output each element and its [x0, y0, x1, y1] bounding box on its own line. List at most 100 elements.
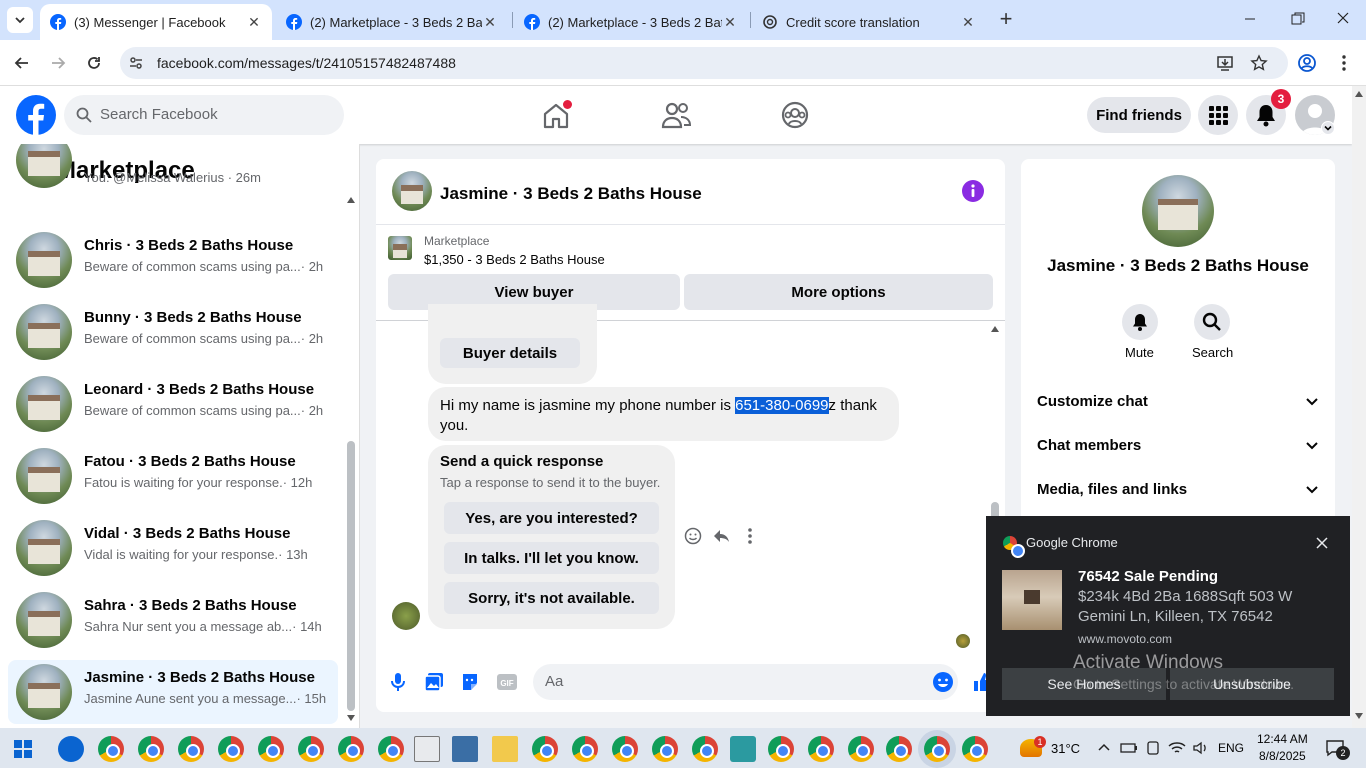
reply-arrow-icon[interactable] — [712, 527, 730, 545]
facebook-taskbar-icon[interactable] — [58, 736, 84, 762]
file-explorer-taskbar-icon[interactable] — [492, 736, 518, 762]
quick-reply-interested[interactable]: Yes, are you interested? — [444, 502, 659, 534]
mute-button[interactable] — [1122, 304, 1158, 340]
scroll-down-arrow-icon[interactable] — [1355, 713, 1363, 719]
close-window-button[interactable] — [1333, 8, 1353, 28]
chrome-taskbar-icon[interactable] — [98, 736, 124, 762]
chrome-taskbar-icon[interactable] — [886, 736, 912, 762]
nav-home[interactable] — [536, 96, 576, 136]
windows-start-icon[interactable] — [14, 740, 32, 758]
conversation-item[interactable]: Chris · 3 Beds 2 Baths House Beware of co… — [8, 228, 338, 292]
chrome-taskbar-icon[interactable] — [962, 736, 988, 762]
chrome-taskbar-icon[interactable] — [652, 736, 678, 762]
chrome-taskbar-icon[interactable] — [612, 736, 638, 762]
info-icon[interactable] — [962, 180, 984, 202]
message-input[interactable]: Aa — [533, 664, 958, 700]
emoji-icon[interactable] — [932, 671, 954, 693]
scroll-down-arrow-icon[interactable] — [347, 715, 355, 721]
chrome-taskbar-icon[interactable] — [924, 736, 950, 762]
bookmark-star-icon[interactable] — [1250, 54, 1268, 72]
install-app-icon[interactable] — [1216, 54, 1234, 72]
restore-button[interactable] — [1287, 8, 1307, 28]
quick-reply-not-available[interactable]: Sorry, it's not available. — [444, 582, 659, 614]
info-avatar[interactable] — [1142, 175, 1214, 247]
back-arrow-icon[interactable] — [12, 53, 32, 73]
scrollbar-thumb[interactable] — [347, 441, 355, 711]
conversation-item[interactable]: Bunny · 3 Beds 2 Baths House Beware of co… — [8, 300, 338, 364]
chrome-taskbar-icon[interactable] — [258, 736, 284, 762]
chrome-taskbar-icon[interactable] — [298, 736, 324, 762]
sticker-icon[interactable] — [460, 672, 480, 692]
chat-header-avatar[interactable] — [392, 171, 432, 211]
close-tab-icon[interactable]: ✕ — [960, 14, 976, 31]
battery-icon[interactable] — [1120, 741, 1138, 755]
microphone-icon[interactable] — [390, 672, 406, 692]
customize-chat-row[interactable]: Customize chat — [1037, 381, 1319, 421]
buyer-details-button[interactable]: Buyer details — [440, 338, 580, 368]
app-taskbar-icon[interactable] — [730, 736, 756, 762]
chrome-notification-toast[interactable]: Google Chrome 76542 Sale Pending $234k 4… — [986, 516, 1350, 716]
tab-credit-score[interactable]: Credit score translation ✕ — [752, 4, 986, 40]
profile-icon[interactable] — [1297, 53, 1317, 73]
listing-thumbnail[interactable] — [388, 236, 412, 260]
photo-icon[interactable] — [424, 672, 444, 692]
language-indicator[interactable]: ENG — [1218, 741, 1244, 755]
weather-temp[interactable]: 31°C — [1051, 741, 1080, 756]
buyer-avatar[interactable] — [392, 602, 420, 630]
chrome-taskbar-icon[interactable] — [532, 736, 558, 762]
minimize-button[interactable] — [1240, 8, 1260, 28]
tray-chevron-up-icon[interactable] — [1098, 742, 1110, 752]
account-chevron[interactable] — [1321, 121, 1335, 135]
clock-time[interactable]: 12:44 AM — [1257, 732, 1308, 746]
chrome-taskbar-icon[interactable] — [768, 736, 794, 762]
chrome-taskbar-icon[interactable] — [808, 736, 834, 762]
close-tab-icon[interactable]: ✕ — [722, 14, 738, 31]
scroll-up-arrow-icon[interactable] — [991, 326, 999, 332]
scroll-up-arrow-icon[interactable] — [347, 197, 355, 203]
device-icon[interactable] — [1145, 740, 1161, 756]
chrome-taskbar-icon[interactable] — [138, 736, 164, 762]
tab-marketplace-1[interactable]: (2) Marketplace - 3 Beds 2 Bath ✕ — [276, 4, 508, 40]
volume-icon[interactable] — [1192, 740, 1210, 756]
find-friends-button[interactable]: Find friends — [1087, 97, 1191, 133]
groups-icon[interactable] — [779, 99, 811, 131]
conversation-item[interactable]: Leonard · 3 Beds 2 Baths House Beware of … — [8, 372, 338, 436]
conversation-item[interactable]: Fatou · 3 Beds 2 Baths House Fatou is wai… — [8, 444, 338, 508]
facebook-search[interactable]: Search Facebook — [64, 95, 344, 135]
scroll-up-arrow-icon[interactable] — [1355, 91, 1363, 97]
chrome-taskbar-icon[interactable] — [692, 736, 718, 762]
chrome-taskbar-icon[interactable] — [338, 736, 364, 762]
new-tab-button[interactable]: + — [994, 8, 1018, 32]
media-files-links-row[interactable]: Media, files and links — [1037, 469, 1319, 509]
clock-date[interactable]: 8/8/2025 — [1259, 749, 1306, 763]
menu-button[interactable] — [1198, 95, 1238, 135]
tab-search-dropdown[interactable] — [7, 7, 33, 33]
chat-members-row[interactable]: Chat members — [1037, 425, 1319, 465]
tab-marketplace-2[interactable]: (2) Marketplace - 3 Beds 2 Bath ✕ — [514, 4, 748, 40]
chat-title[interactable]: Jasmine · 3 Beds 2 Baths House — [440, 184, 702, 204]
chrome-taskbar-icon[interactable] — [218, 736, 244, 762]
more-dots-icon[interactable] — [742, 527, 758, 545]
sidebar-scrollbar[interactable] — [344, 189, 358, 728]
site-info-icon[interactable] — [128, 55, 144, 71]
address-bar[interactable]: facebook.com/messages/t/2410515748248748… — [120, 47, 1288, 79]
more-options-button[interactable]: More options — [684, 274, 993, 310]
chrome-taskbar-icon[interactable] — [378, 736, 404, 762]
tab-messenger[interactable]: (3) Messenger | Facebook ✕ — [40, 4, 272, 40]
notepad-taskbar-icon[interactable] — [414, 736, 440, 762]
conversation-item[interactable]: Vidal · 3 Beds 2 Baths House Vidal is wai… — [8, 516, 338, 580]
photos-taskbar-icon[interactable] — [452, 736, 478, 762]
quick-reply-in-talks[interactable]: In talks. I'll let you know. — [444, 542, 659, 574]
reload-icon[interactable] — [84, 53, 104, 73]
close-tab-icon[interactable]: ✕ — [246, 14, 262, 31]
chrome-taskbar-icon[interactable] — [572, 736, 598, 762]
wifi-icon[interactable] — [1168, 740, 1186, 756]
listing-price[interactable]: $1,350 - 3 Beds 2 Baths House — [424, 252, 605, 267]
kebab-menu-icon[interactable] — [1334, 53, 1354, 73]
conversation-item[interactable]: Sahra · 3 Beds 2 Baths House Sahra Nur se… — [8, 588, 338, 652]
react-emoji-icon[interactable] — [684, 527, 702, 545]
facebook-logo-icon[interactable] — [16, 95, 56, 135]
conversation-item[interactable]: You: @Melissa Walerius · 26m — [8, 144, 338, 188]
close-icon[interactable] — [1315, 536, 1329, 550]
search-conversation-button[interactable] — [1194, 304, 1230, 340]
